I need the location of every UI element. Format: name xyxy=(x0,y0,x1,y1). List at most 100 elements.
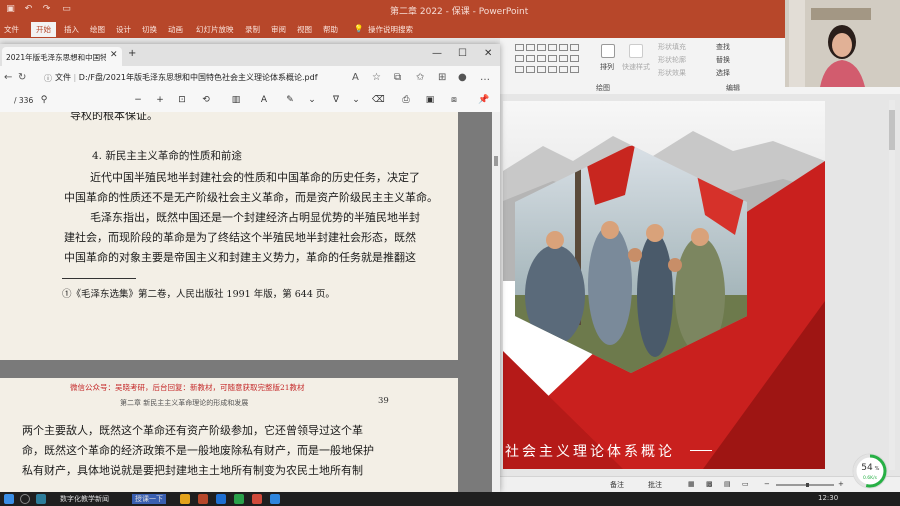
edge-icon[interactable] xyxy=(36,494,46,504)
windows-taskbar: 数字化教学新闻 授课一下 12:30 xyxy=(0,492,900,506)
ppt-status-bar: 备注 批注 ▦ ▩ ▤ ▭ − + xyxy=(500,476,900,493)
save-pdf-icon[interactable]: ▣ xyxy=(424,95,436,105)
wechat-icon[interactable] xyxy=(234,494,244,504)
folder-icon[interactable] xyxy=(180,494,190,504)
pdf-vertical-scrollbar[interactable] xyxy=(492,112,500,492)
group-drawing-label: 绘图 xyxy=(596,84,610,92)
slideshow-view-icon[interactable]: ▭ xyxy=(742,480,749,488)
zoom-slider[interactable] xyxy=(776,483,834,487)
powerpoint-icon[interactable] xyxy=(198,494,208,504)
tab-draw[interactable]: 绘图 xyxy=(90,24,105,35)
new-tab-icon[interactable]: + xyxy=(128,48,136,59)
ppt-vertical-scrollbar[interactable] xyxy=(888,100,896,470)
search-icon[interactable]: ⚲ xyxy=(38,95,50,105)
badge-unit: % xyxy=(875,466,880,472)
notes-button[interactable]: 备注 xyxy=(610,480,624,490)
save-icon[interactable]: ▣ xyxy=(4,3,17,16)
address-url[interactable]: 文件 | D:/F盘/2021年版毛泽东思想和中国特色社会主义理论体系概论.pd… xyxy=(55,72,318,83)
footnote: ①《毛泽东选集》第二卷，人民出版社 1991 年版，第 644 页。 xyxy=(62,289,335,300)
tab-review[interactable]: 审阅 xyxy=(271,24,286,35)
arrange-button[interactable]: 排列 xyxy=(600,62,614,72)
pdf-document-area[interactable]: 导权的根本保证。 4. 新民主主义革命的性质和前途 近代中国半殖民地半封建社会的… xyxy=(0,112,500,492)
present-icon[interactable]: ▭ xyxy=(60,3,73,16)
network-speed-badge: 54 % 0.6K/s xyxy=(852,453,888,489)
maximize-icon[interactable]: ☐ xyxy=(458,48,467,59)
taskbar-app-news[interactable]: 数字化教学新闻 xyxy=(60,494,109,504)
sorter-view-icon[interactable]: ▩ xyxy=(706,480,713,488)
select-button[interactable]: 选择 xyxy=(716,68,730,78)
find-button[interactable]: 查找 xyxy=(716,42,730,52)
redo-icon[interactable]: ↷ xyxy=(40,3,53,16)
zoom-in-icon[interactable]: + xyxy=(154,95,166,105)
shape-outline-button[interactable]: 形状轮廓 xyxy=(658,55,686,65)
favorite-icon[interactable]: ☆ xyxy=(372,72,381,83)
tab-file[interactable]: 文件 xyxy=(4,24,19,35)
reading-view-icon[interactable]: ▤ xyxy=(724,480,731,488)
page-view-icon[interactable]: ▥ xyxy=(230,95,242,105)
pin-icon[interactable]: 📌 xyxy=(478,95,490,105)
profile-icon[interactable]: ● xyxy=(458,72,467,83)
search-icon[interactable] xyxy=(20,494,30,504)
app-icon[interactable] xyxy=(252,494,262,504)
shape-fill-button[interactable]: 形状填充 xyxy=(658,42,686,52)
group-editing-label: 编辑 xyxy=(726,84,740,92)
favorites-bar-icon[interactable]: ✩ xyxy=(416,72,424,83)
browser-icon[interactable] xyxy=(270,494,280,504)
start-icon[interactable] xyxy=(4,494,14,504)
back-icon[interactable]: ← xyxy=(4,72,12,83)
shape-effects-button[interactable]: 形状效果 xyxy=(658,68,686,78)
pdf-page-39: 微信公众号：吴晓考研，后台回复：新教材，可随意获取完整版21教材 第二章 新民主… xyxy=(0,378,458,492)
tab-slideshow[interactable]: 幻灯片放映 xyxy=(196,24,234,35)
page-text-line: 建社会，而现阶段的革命是为了终结这个半殖民地半封建社会形态，既然 xyxy=(64,231,416,244)
print-icon[interactable]: ⎙ xyxy=(400,95,412,105)
normal-view-icon[interactable]: ▦ xyxy=(688,480,695,488)
minimize-icon[interactable]: — xyxy=(432,48,442,59)
pdf-tab-bar: 2021年版毛泽东思想和中国特色社会主义理论体系概论.pdf ✕ + — ☐ ✕ xyxy=(0,44,500,66)
pdf-toolbar: / 336 ⚲ − + ⊡ ⟲ ▥ A ✎ ⌄ ∇ ⌄ ⌫ ⎙ ▣ ⧈ 📌 xyxy=(0,90,500,113)
zoom-out-icon[interactable]: − xyxy=(132,95,144,105)
word-icon[interactable] xyxy=(216,494,226,504)
tab-home[interactable]: 开始 xyxy=(31,22,56,37)
quick-styles-icon[interactable] xyxy=(629,44,643,58)
pdf-viewer-window: 2021年版毛泽东思想和中国特色社会主义理论体系概论.pdf ✕ + — ☐ ✕… xyxy=(0,44,500,492)
read-aloud-icon[interactable]: A xyxy=(352,72,359,83)
close-window-icon[interactable]: ✕ xyxy=(484,48,492,59)
tab-view[interactable]: 视图 xyxy=(297,24,312,35)
save-as-icon[interactable]: ⧈ xyxy=(448,95,460,105)
tab-animations[interactable]: 动画 xyxy=(168,24,183,35)
tab-record[interactable]: 录制 xyxy=(245,24,260,35)
fit-page-icon[interactable]: ⊡ xyxy=(176,95,188,105)
undo-icon[interactable]: ↶ xyxy=(22,3,35,16)
arrange-icon[interactable] xyxy=(601,44,615,58)
url-scheme-label: 文件 xyxy=(55,73,71,82)
comments-button[interactable]: 批注 xyxy=(648,480,662,490)
highlight-dropdown-icon[interactable]: ⌄ xyxy=(350,95,362,105)
tab-help[interactable]: 帮助 xyxy=(323,24,338,35)
erase-icon[interactable]: ⌫ xyxy=(372,95,385,105)
read-aloud-tool-icon[interactable]: A xyxy=(258,95,270,105)
pdf-tab[interactable]: 2021年版毛泽东思想和中国特色社会主义理论体系概论.pdf ✕ xyxy=(2,47,122,66)
tab-design[interactable]: 设计 xyxy=(116,24,131,35)
rotate-icon[interactable]: ⟲ xyxy=(200,95,212,105)
zoom-out-icon[interactable]: − xyxy=(764,480,770,488)
collections-menu-icon[interactable]: ⊞ xyxy=(438,72,446,83)
draw-dropdown-icon[interactable]: ⌄ xyxy=(306,95,318,105)
slide-subtitle[interactable]: 社会主义理论体系概论 xyxy=(505,441,675,461)
replace-button[interactable]: 替换 xyxy=(716,55,730,65)
tab-transitions[interactable]: 切换 xyxy=(142,24,157,35)
zoom-in-icon[interactable]: + xyxy=(838,480,844,488)
refresh-icon[interactable]: ↻ xyxy=(18,72,26,83)
tell-me-search[interactable]: 操作说明搜索 xyxy=(368,24,413,35)
pdf-tab-title: 2021年版毛泽东思想和中国特色社会主义理论体系概论.pdf xyxy=(6,53,106,62)
collections-icon[interactable]: ⧉ xyxy=(394,72,401,83)
draw-icon[interactable]: ✎ xyxy=(284,95,296,105)
more-menu-icon[interactable]: … xyxy=(480,72,490,83)
shapes-gallery[interactable] xyxy=(514,43,586,79)
revolution-painting-hexagon[interactable] xyxy=(515,145,747,373)
highlight-icon[interactable]: ∇ xyxy=(330,95,342,105)
tab-insert[interactable]: 插入 xyxy=(64,24,79,35)
close-tab-icon[interactable]: ✕ xyxy=(110,50,118,60)
taskbar-app-class[interactable]: 授课一下 xyxy=(132,494,166,504)
ppt-title-bar: ▣ ↶ ↷ ▭ 第二章 2022 - 保课 - PowerPoint xyxy=(0,0,900,20)
quick-styles-button[interactable]: 快速样式 xyxy=(622,62,650,72)
